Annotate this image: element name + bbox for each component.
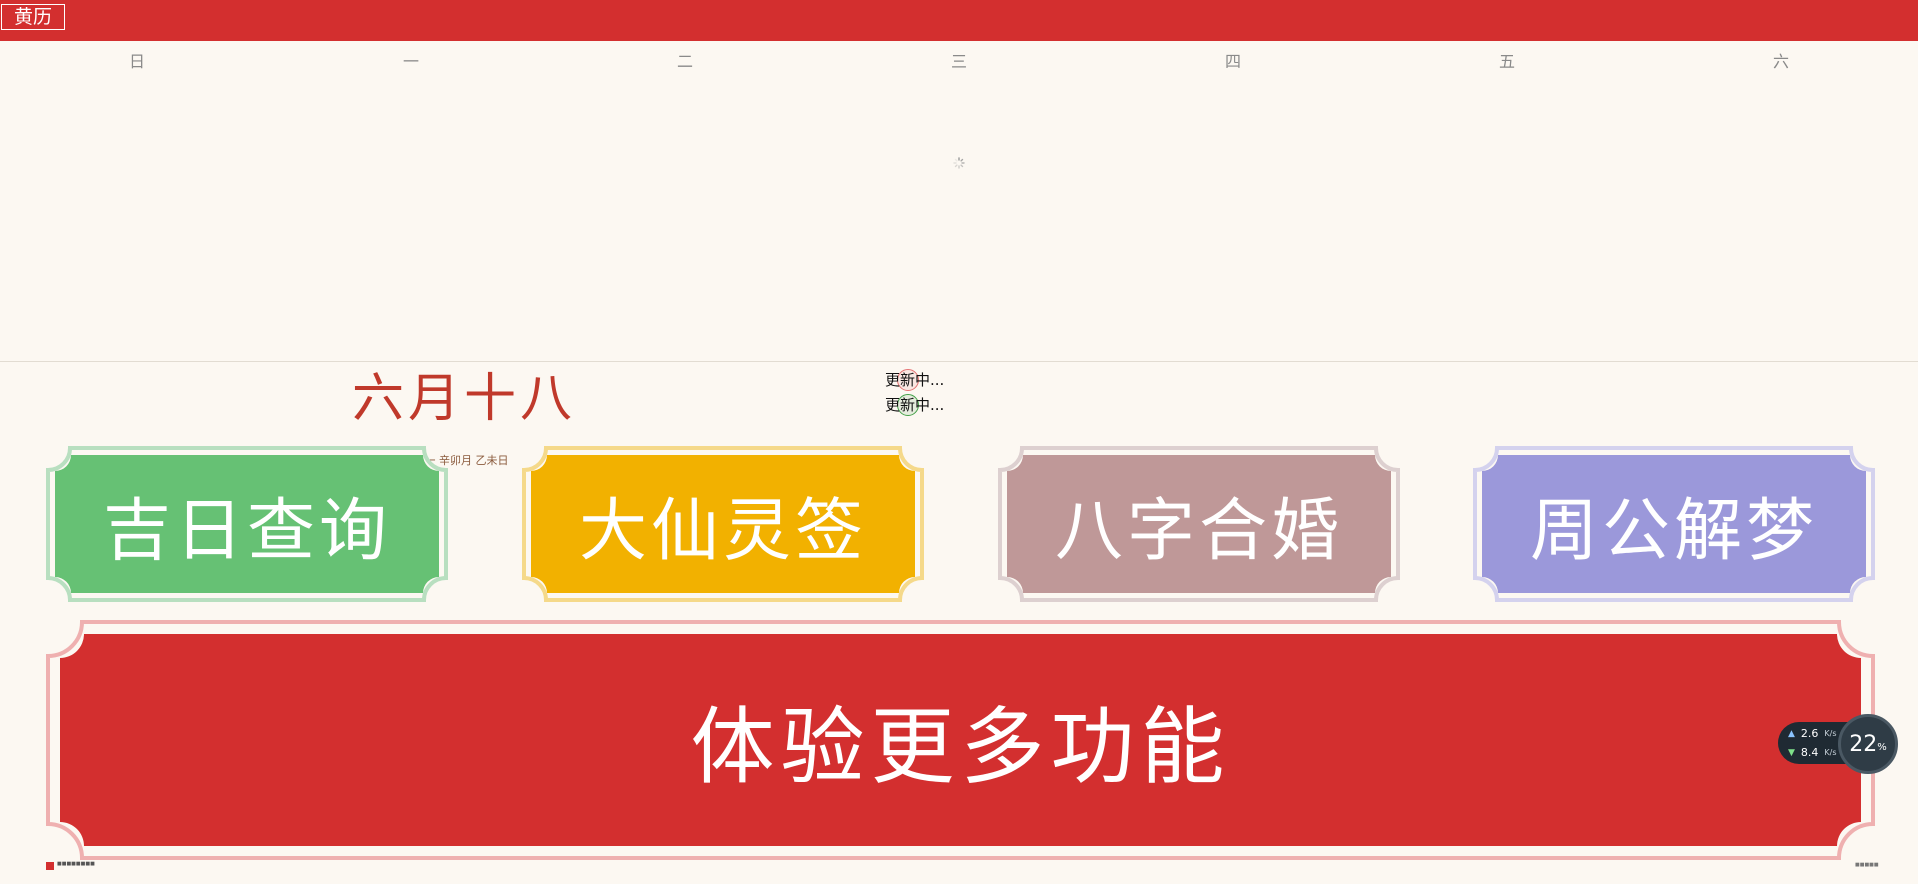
card-zhougong-jiemeng[interactable]: 周公解梦 [1473, 446, 1875, 602]
footer-right-text: ■■■■■ [1855, 862, 1879, 868]
weekday-sun: 日 [128, 52, 145, 71]
card-daxian-lingqian[interactable]: 大仙灵签 [522, 446, 924, 602]
card-label: 吉日查询 [102, 491, 391, 571]
card-label: 八字合婚 [1054, 491, 1343, 571]
weekday-thu: 四 [1224, 52, 1241, 71]
weekday-mon: 一 [402, 52, 419, 71]
updating-status-2: 更新中... [885, 394, 945, 416]
upload-arrow-icon: ▲ [1788, 728, 1795, 739]
weekday-fri: 五 [1498, 52, 1515, 71]
footer-logo-icon [46, 862, 54, 870]
card-more-features[interactable]: 体验更多功能 [46, 620, 1875, 860]
card-jiri-chaxun[interactable]: 吉日查询 [46, 446, 448, 602]
loading-spinner-icon [953, 157, 965, 169]
download-arrow-icon: ▼ [1788, 747, 1795, 758]
cpu-usage-circle[interactable]: 22% [1838, 714, 1898, 774]
download-speed: ▼ 8.4 K/s [1788, 746, 1837, 759]
upload-speed: ▲ 2.6 K/s [1788, 727, 1837, 740]
footer-text: ■■■■■■■■ [57, 861, 95, 867]
weekday-header: 日 一 二 三 四 五 六 [0, 50, 1918, 74]
card-label: 体验更多功能 [690, 697, 1231, 796]
weekday-wed: 三 [950, 52, 967, 71]
tab-huangli[interactable]: 黄历 [1, 4, 66, 30]
lunar-date: 六月十八 [352, 369, 577, 429]
card-bazi-hehun[interactable]: 八字合婚 [998, 446, 1400, 602]
calendar-grid [0, 76, 1918, 362]
updating-status-1: 更新中... [885, 369, 945, 391]
weekday-tue: 二 [676, 52, 693, 71]
weekday-sat: 六 [1772, 52, 1789, 71]
card-label: 周公解梦 [1529, 491, 1818, 571]
top-bar: 黄历 [0, 0, 1918, 41]
card-label: 大仙灵签 [578, 491, 867, 571]
